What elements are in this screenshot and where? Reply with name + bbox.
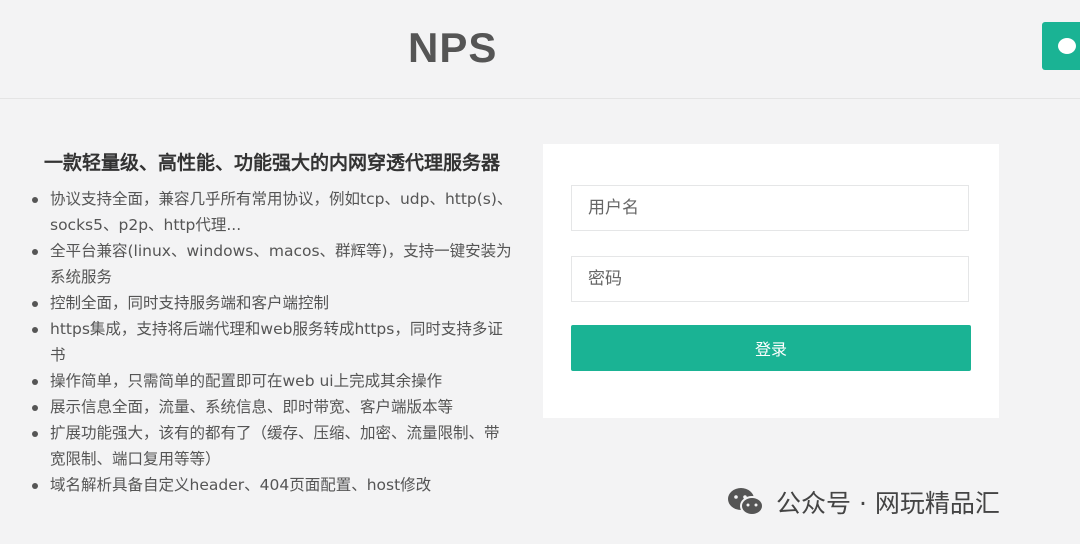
feature-item: 展示信息全面，流量、系统信息、即时带宽、客户端版本等 <box>32 394 514 420</box>
feature-item: 全平台兼容(linux、windows、macos、群辉等)，支持一键安装为系统… <box>32 238 514 290</box>
product-tagline: 一款轻量级、高性能、功能强大的内网穿透代理服务器 <box>44 152 501 174</box>
feature-item: 操作简单，只需简单的配置即可在web ui上完成其余操作 <box>32 368 514 394</box>
intro-panel: 一款轻量级、高性能、功能强大的内网穿透代理服务器 协议支持全面，兼容几乎所有常用… <box>32 150 514 498</box>
feature-item: 协议支持全面，兼容几乎所有常用协议，例如tcp、udp、http(s)、sock… <box>32 186 514 238</box>
login-form: 登录 <box>543 144 999 418</box>
wechat-icon <box>728 488 764 516</box>
login-button[interactable]: 登录 <box>571 325 971 371</box>
username-input[interactable] <box>571 185 969 231</box>
feature-list: 协议支持全面，兼容几乎所有常用协议，例如tcp、udp、http(s)、sock… <box>32 186 514 498</box>
watermark-text: 公众号 · 网玩精品汇 <box>776 489 1000 518</box>
watermark: 公众号 · 网玩精品汇 <box>726 484 1000 520</box>
feature-item: https集成，支持将后端代理和web服务转成https，同时支持多证书 <box>32 316 514 368</box>
language-toggle-button[interactable] <box>1042 22 1080 70</box>
toggle-icon <box>1058 38 1076 54</box>
feature-item: 控制全面，同时支持服务端和客户端控制 <box>32 290 514 316</box>
brand-title: NPS <box>408 24 498 71</box>
password-input[interactable] <box>571 256 969 302</box>
feature-item: 扩展功能强大，该有的都有了（缓存、压缩、加密、流量限制、带宽限制、端口复用等等） <box>32 420 514 472</box>
top-navbar: NPS <box>0 0 1080 99</box>
feature-item: 域名解析具备自定义header、404页面配置、host修改 <box>32 472 514 498</box>
